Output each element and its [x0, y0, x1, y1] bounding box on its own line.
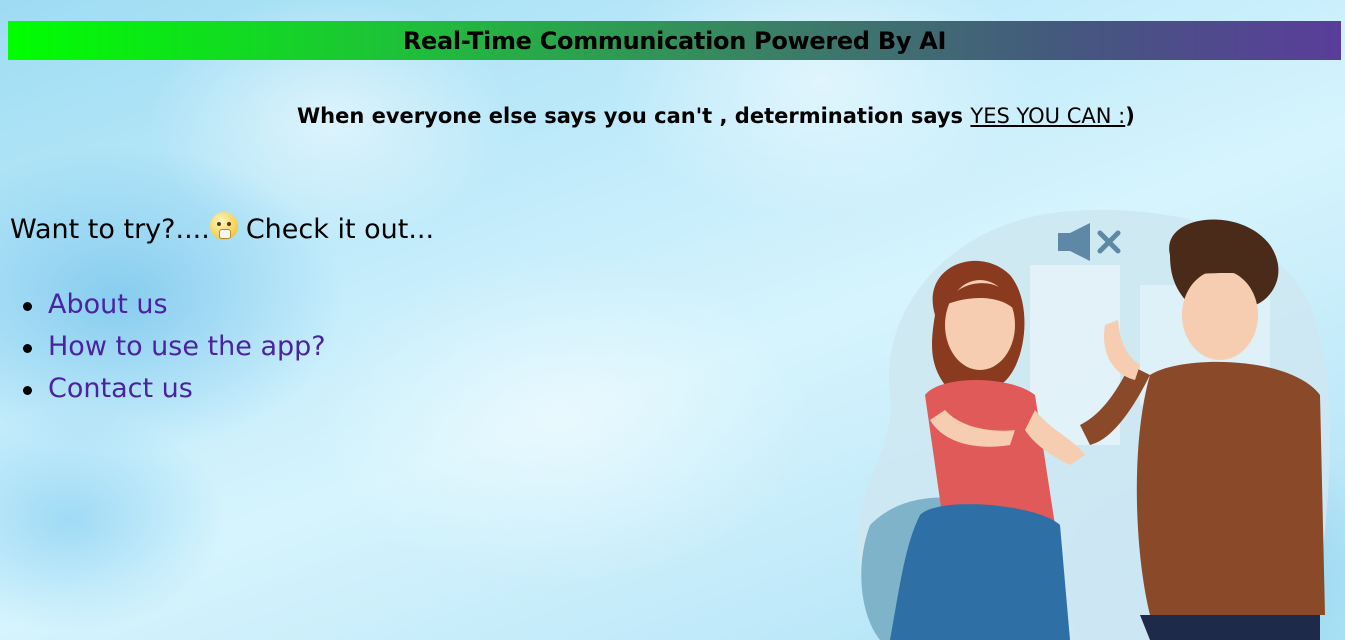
header-banner: Real-Time Communication Powered By AI — [8, 21, 1341, 60]
thinking-face-icon — [209, 211, 238, 240]
tagline-text: When everyone else says you can't , dete… — [297, 104, 971, 128]
tagline: When everyone else says you can't , dete… — [297, 104, 1135, 128]
call-to-action: Want to try?.... Check it out... — [10, 211, 435, 245]
nav-item-how-to: How to use the app? — [23, 326, 326, 368]
cta-suffix: Check it out... — [245, 214, 435, 245]
nav-item-contact: Contact us — [23, 368, 326, 410]
about-us-link[interactable]: About us — [48, 289, 168, 320]
page-title: Real-Time Communication Powered By AI — [402, 26, 947, 55]
how-to-use-link[interactable]: How to use the app? — [48, 331, 326, 362]
sign-language-illustration — [857, 209, 1330, 640]
nav-links: About us How to use the app? Contact us — [0, 284, 326, 410]
tagline-suffix: ) — [1125, 104, 1135, 128]
contact-us-link[interactable]: Contact us — [48, 373, 193, 404]
nav-item-about: About us — [23, 284, 326, 326]
cta-prefix: Want to try?.... — [10, 214, 210, 245]
tagline-highlight: YES YOU CAN : — [970, 104, 1126, 128]
